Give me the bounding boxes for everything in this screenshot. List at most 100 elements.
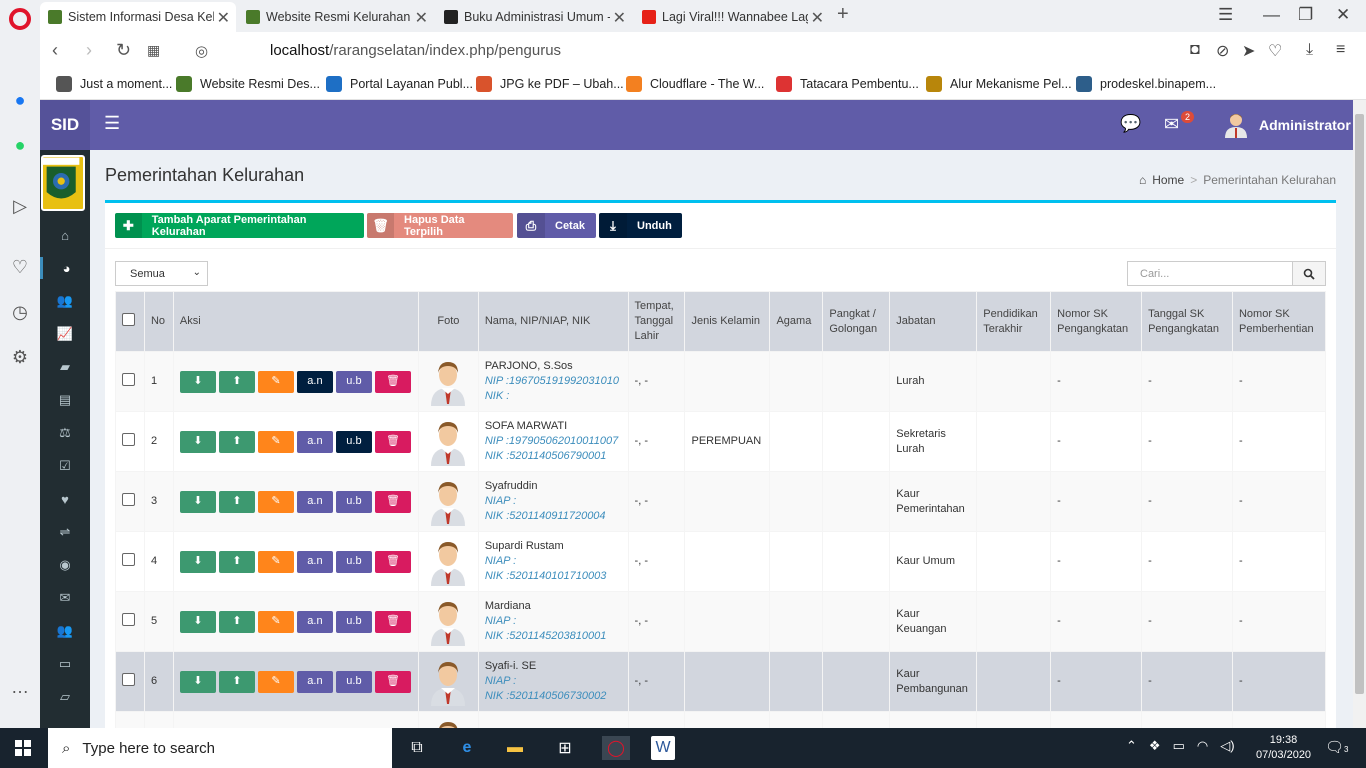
sidebar-chart[interactable]: 📈: [40, 323, 90, 345]
move-down-button[interactable]: ⬇: [179, 370, 216, 393]
sidebar-monitor[interactable]: ▭: [40, 653, 90, 675]
delete-row-button[interactable]: 🗑: [374, 610, 411, 633]
volume-icon[interactable]: ◁): [1220, 738, 1234, 754]
table-row[interactable]: 1 ⬇ ⬆ ✎ a.n u.b 🗑 PARJONO, S.Sos NIP :1967051919…: [115, 351, 1327, 412]
atas-nama-button[interactable]: a.n: [296, 550, 333, 573]
browser-tab[interactable]: Sistem Informasi Desa Kelu ✕: [40, 2, 236, 32]
row-checkbox[interactable]: [122, 612, 135, 626]
breadcrumb-home[interactable]: Home: [1152, 173, 1184, 187]
bookmark-item[interactable]: Just a moment...: [56, 76, 172, 92]
whatsapp-icon[interactable]: ●: [10, 135, 30, 155]
camera-icon[interactable]: ◘: [1190, 41, 1200, 59]
sidebar-mail[interactable]: ✉: [40, 587, 90, 609]
bookmark-item[interactable]: Tatacara Pembentu...: [776, 76, 919, 92]
row-checkbox[interactable]: [122, 492, 135, 506]
send-icon[interactable]: ➤: [1242, 41, 1255, 61]
back-icon[interactable]: ‹: [52, 40, 58, 61]
atas-nama-button[interactable]: a.n: [296, 490, 333, 513]
mail-icon[interactable]: ✉: [1164, 114, 1179, 135]
close-tab-icon[interactable]: ✕: [415, 8, 428, 28]
atas-nama-button[interactable]: a.n: [296, 430, 333, 453]
table-row[interactable]: 3 ⬇ ⬆ ✎ a.n u.b 🗑 Syafruddin NIAP : NIK :52011409…: [115, 471, 1327, 532]
close-tab-icon[interactable]: ✕: [613, 8, 626, 28]
sidebar-globe[interactable]: ◉: [40, 554, 90, 576]
sidebar-heart[interactable]: ♥: [40, 488, 90, 510]
atas-nama-button[interactable]: a.n: [296, 610, 333, 633]
delete-selected-button[interactable]: 🗑 Hapus Data Terpilih: [367, 213, 513, 238]
move-up-button[interactable]: ⬆: [218, 430, 255, 453]
column-header[interactable]: Tanggal SK Pengangkatan: [1141, 291, 1233, 352]
app-logo[interactable]: SID: [40, 100, 90, 150]
close-tab-icon[interactable]: ✕: [217, 8, 230, 28]
delete-row-button[interactable]: 🗑: [374, 370, 411, 393]
select-all-checkbox[interactable]: [122, 312, 135, 326]
status-filter-select[interactable]: Semua ⌄: [115, 261, 208, 286]
wifi-icon[interactable]: ◠: [1197, 738, 1208, 754]
word-icon[interactable]: W: [651, 736, 675, 760]
column-header[interactable]: Tempat, Tanggal Lahir: [627, 291, 686, 352]
move-up-button[interactable]: ⬆: [218, 370, 255, 393]
favorites-icon[interactable]: ♡: [10, 257, 30, 277]
move-up-button[interactable]: ⬆: [218, 670, 255, 693]
untuk-beliau-button[interactable]: u.b: [335, 370, 372, 393]
add-aparat-button[interactable]: ✚ Tambah Aparat Pemerintahan Kelurahan: [115, 213, 364, 238]
edit-button[interactable]: ✎: [257, 670, 294, 693]
column-header[interactable]: Jenis Kelamin: [684, 291, 771, 352]
messenger-icon[interactable]: ●: [10, 90, 30, 110]
untuk-beliau-button[interactable]: u.b: [335, 430, 372, 453]
browser-tab[interactable]: Website Resmi Kelurahan D ✕: [238, 2, 434, 32]
chevron-up-icon[interactable]: ⌃: [1126, 738, 1137, 754]
sidebar-group[interactable]: 👥: [40, 620, 90, 642]
row-checkbox[interactable]: [122, 432, 135, 446]
close-window-icon[interactable]: ✕: [1336, 5, 1350, 25]
sidebar-checklist[interactable]: ☑: [40, 455, 90, 477]
notification-icon[interactable]: 🗨3: [1325, 738, 1349, 756]
column-header[interactable]: Jabatan: [889, 291, 978, 352]
block-icon[interactable]: ⊘: [1216, 41, 1229, 61]
maximize-icon[interactable]: ❐: [1298, 5, 1313, 25]
table-row[interactable]: 2 ⬇ ⬆ ✎ a.n u.b 🗑 SOFA MARWATI NIP :197905062010…: [115, 411, 1327, 472]
settings-icon[interactable]: ⚙: [10, 347, 30, 367]
reload-icon[interactable]: ↻: [116, 40, 131, 61]
delete-row-button[interactable]: 🗑: [374, 490, 411, 513]
comments-icon[interactable]: 💬: [1120, 114, 1141, 134]
task-view-icon[interactable]: ⧉: [405, 736, 429, 760]
user-avatar[interactable]: [1225, 112, 1247, 138]
bookmark-item[interactable]: JPG ke PDF – Ubah...: [476, 76, 624, 92]
delete-row-button[interactable]: 🗑: [374, 550, 411, 573]
url-field[interactable]: localhost/rarangselatan/index.php/pengur…: [270, 42, 561, 59]
move-down-button[interactable]: ⬇: [179, 670, 216, 693]
untuk-beliau-button[interactable]: u.b: [335, 670, 372, 693]
move-down-button[interactable]: ⬇: [179, 550, 216, 573]
move-down-button[interactable]: ⬇: [179, 490, 216, 513]
download-icon[interactable]: ⤓: [1306, 41, 1313, 59]
edit-button[interactable]: ✎: [257, 490, 294, 513]
clock[interactable]: 19:38 07/03/2020: [1256, 733, 1311, 763]
move-down-button[interactable]: ⬇: [179, 430, 216, 453]
vertical-scrollbar[interactable]: [1353, 100, 1366, 728]
move-up-button[interactable]: ⬆: [218, 610, 255, 633]
scrollbar-thumb[interactable]: [1355, 114, 1364, 694]
table-row[interactable]: Mahrup Kaur: [115, 711, 1327, 728]
untuk-beliau-button[interactable]: u.b: [335, 490, 372, 513]
column-header[interactable]: Aksi: [172, 291, 419, 352]
print-button[interactable]: ⎙ Cetak: [517, 213, 596, 238]
edit-button[interactable]: ✎: [257, 430, 294, 453]
table-row[interactable]: 6 ⬇ ⬆ ✎ a.n u.b 🗑 Syafi-i. SE NIAP : NIK :5201140…: [115, 651, 1327, 712]
bookmark-item[interactable]: Cloudflare - The W...: [626, 76, 764, 92]
sidebar-inbox[interactable]: ▱: [40, 686, 90, 708]
opera-taskbar-icon[interactable]: ◯: [602, 736, 630, 760]
download-button[interactable]: ⤓ Unduh: [599, 213, 682, 238]
search-button[interactable]: [1292, 261, 1326, 286]
minimize-icon[interactable]: —: [1263, 5, 1280, 25]
sidebar-toggle-icon[interactable]: ☰: [104, 113, 120, 134]
edit-button[interactable]: ✎: [257, 610, 294, 633]
delete-row-button[interactable]: 🗑: [374, 430, 411, 453]
column-header[interactable]: Pendidikan Terakhir: [976, 291, 1052, 352]
column-header[interactable]: Foto: [417, 291, 479, 352]
row-checkbox[interactable]: [122, 672, 135, 686]
bookmark-item[interactable]: Portal Layanan Publ...: [326, 76, 473, 92]
bookmark-item[interactable]: prodeskel.binapem...: [1076, 76, 1216, 92]
column-header[interactable]: Pangkat / Golongan: [822, 291, 891, 352]
store-icon[interactable]: ⊞: [553, 736, 577, 760]
